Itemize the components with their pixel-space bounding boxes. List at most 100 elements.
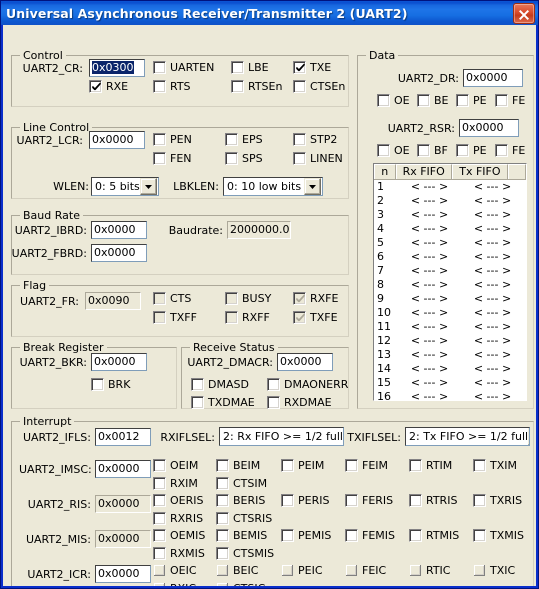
table-row[interactable]: 12 < --- > < --- > <box>374 334 526 348</box>
checkbox-rtim[interactable]: RTIM <box>409 459 452 472</box>
checkbox-fen-box[interactable] <box>153 152 166 165</box>
checkbox-oemis[interactable]: OEMIS <box>153 529 205 542</box>
checkbox-rxfe[interactable]: RXFE <box>293 292 338 305</box>
checkbox-beim-box[interactable] <box>216 459 229 472</box>
uart2-dmacr-field[interactable]: 0x0000 <box>277 353 333 371</box>
checkbox-pen[interactable]: PEN <box>153 133 192 146</box>
checkbox-brk-box[interactable] <box>91 378 104 391</box>
uart2-lcr-field[interactable]: 0x0000 <box>89 131 145 149</box>
checkbox-rsr-oe-0[interactable]: OE <box>377 144 410 157</box>
checkbox-txfe-box[interactable] <box>293 311 306 324</box>
checkbox-ctsmis[interactable]: CTSMIS <box>216 547 274 560</box>
checkbox-txfe[interactable]: TXFE <box>293 311 338 324</box>
checkbox-dr-be-1[interactable]: BE <box>417 94 449 107</box>
checkbox-oeim-box[interactable] <box>153 459 166 472</box>
checkbox-rtsen-box[interactable] <box>231 80 244 93</box>
checkbox-pen-box[interactable] <box>153 133 166 146</box>
uart2-int-reg-field-3[interactable]: 0x0000 <box>95 565 151 583</box>
checkbox-txdmae[interactable]: TXDMAE <box>191 396 255 409</box>
checkbox-txic-box[interactable] <box>473 564 486 577</box>
checkbox-pemis[interactable]: PEMIS <box>281 529 331 542</box>
checkbox-feic-box[interactable] <box>345 564 358 577</box>
checkbox-femis[interactable]: FEMIS <box>345 529 395 542</box>
checkbox-oeris-box[interactable] <box>153 494 166 507</box>
checkbox-peris-box[interactable] <box>281 494 294 507</box>
uart2-dr-field[interactable]: 0x0000 <box>463 69 523 87</box>
checkbox-busy[interactable]: BUSY <box>225 292 271 305</box>
table-row[interactable]: 16 < --- > < --- > <box>374 390 526 400</box>
checkbox-ctsris-box[interactable] <box>216 512 229 525</box>
checkbox-txim[interactable]: TXIM <box>473 459 517 472</box>
checkbox-stp2[interactable]: STP2 <box>293 133 337 146</box>
checkbox-rtmis[interactable]: RTMIS <box>409 529 459 542</box>
checkbox-eps[interactable]: EPS <box>225 133 263 146</box>
uart2-ifls-field[interactable]: 0x0012 <box>95 428 151 446</box>
fifo-column-header-2[interactable]: Tx FIFO <box>451 164 508 179</box>
checkbox-ctsim-box[interactable] <box>216 477 229 490</box>
txiflsel-combo[interactable]: 2: Tx FIFO >= 1/2 full <box>405 427 530 446</box>
uart2-cr-field[interactable]: 0x0300 <box>89 59 145 77</box>
checkbox-busy-box[interactable] <box>225 292 238 305</box>
checkbox-bemis[interactable]: BEMIS <box>216 529 267 542</box>
uart2-bkr-field[interactable]: 0x0000 <box>91 353 147 371</box>
checkbox-oeim[interactable]: OEIM <box>153 459 198 472</box>
checkbox-rts-box[interactable] <box>153 80 166 93</box>
checkbox-rxim-box[interactable] <box>153 477 166 490</box>
checkbox-rxim[interactable]: RXIM <box>153 477 198 490</box>
checkbox-rsr-fe-3[interactable]: FE <box>495 144 525 157</box>
checkbox-cts-box[interactable] <box>153 292 166 305</box>
checkbox-txff[interactable]: TXFF <box>153 311 197 324</box>
checkbox-dr-fe-3-box[interactable] <box>495 94 508 107</box>
checkbox-dmaonerr-box[interactable] <box>267 378 280 391</box>
checkbox-peim[interactable]: PEIM <box>281 459 324 472</box>
checkbox-femis-box[interactable] <box>345 529 358 542</box>
checkbox-peim-box[interactable] <box>281 459 294 472</box>
checkbox-txdmae-box[interactable] <box>191 396 204 409</box>
checkbox-dr-oe-0[interactable]: OE <box>377 94 410 107</box>
checkbox-ctsmis-box[interactable] <box>216 547 229 560</box>
checkbox-peic[interactable]: PEIC <box>281 564 323 577</box>
checkbox-rxe-box[interactable] <box>89 80 102 93</box>
table-row[interactable]: 10 < --- > < --- > <box>374 306 526 320</box>
checkbox-peic-box[interactable] <box>281 564 294 577</box>
table-row[interactable]: 6 < --- > < --- > <box>374 250 526 264</box>
checkbox-txim-box[interactable] <box>473 459 486 472</box>
checkbox-rsr-bf-1-box[interactable] <box>417 144 430 157</box>
checkbox-uarten-box[interactable] <box>153 61 166 74</box>
checkbox-rxff[interactable]: RXFF <box>225 311 270 324</box>
table-row[interactable]: 5 < --- > < --- > <box>374 236 526 250</box>
uart2-ibrd-field[interactable]: 0x0000 <box>91 221 147 239</box>
checkbox-rtim-box[interactable] <box>409 459 422 472</box>
close-button[interactable] <box>513 3 535 24</box>
checkbox-ctsen[interactable]: CTSEn <box>293 80 345 93</box>
checkbox-rxris-box[interactable] <box>153 512 166 525</box>
table-row[interactable]: 14 < --- > < --- > <box>374 362 526 376</box>
checkbox-txmis-box[interactable] <box>473 529 486 542</box>
checkbox-beris[interactable]: BERIS <box>216 494 265 507</box>
checkbox-txic[interactable]: TXIC <box>473 564 515 577</box>
chevron-down-icon[interactable] <box>528 428 529 445</box>
checkbox-dr-pe-2-box[interactable] <box>456 94 469 107</box>
checkbox-feris[interactable]: FERIS <box>345 494 393 507</box>
fifo-list[interactable]: n Rx FIFO Tx FIFO 1 < --- > < --- >2 < --- > < … <box>373 163 527 401</box>
checkbox-dmaonerr[interactable]: DMAONERR <box>267 378 348 391</box>
checkbox-oeic-box[interactable] <box>153 564 166 577</box>
checkbox-dmasd[interactable]: DMASD <box>191 378 249 391</box>
table-row[interactable]: 7 < --- > < --- > <box>374 264 526 278</box>
checkbox-txe-box[interactable] <box>293 61 306 74</box>
checkbox-ctsim[interactable]: CTSIM <box>216 477 267 490</box>
checkbox-rxmis-box[interactable] <box>153 547 166 560</box>
checkbox-rtris-box[interactable] <box>409 494 422 507</box>
checkbox-rxris[interactable]: RXRIS <box>153 512 203 525</box>
table-row[interactable]: 8 < --- > < --- > <box>374 278 526 292</box>
checkbox-linen-box[interactable] <box>293 152 306 165</box>
checkbox-feim[interactable]: FEIM <box>345 459 388 472</box>
checkbox-beic-box[interactable] <box>216 564 229 577</box>
checkbox-rxmis[interactable]: RXMIS <box>153 547 205 560</box>
checkbox-stp2-box[interactable] <box>293 133 306 146</box>
checkbox-linen[interactable]: LINEN <box>293 152 343 165</box>
checkbox-brk[interactable]: BRK <box>91 378 130 391</box>
checkbox-cts[interactable]: CTS <box>153 292 191 305</box>
uart2-fbrd-field[interactable]: 0x0000 <box>91 244 147 262</box>
checkbox-eps-box[interactable] <box>225 133 238 146</box>
